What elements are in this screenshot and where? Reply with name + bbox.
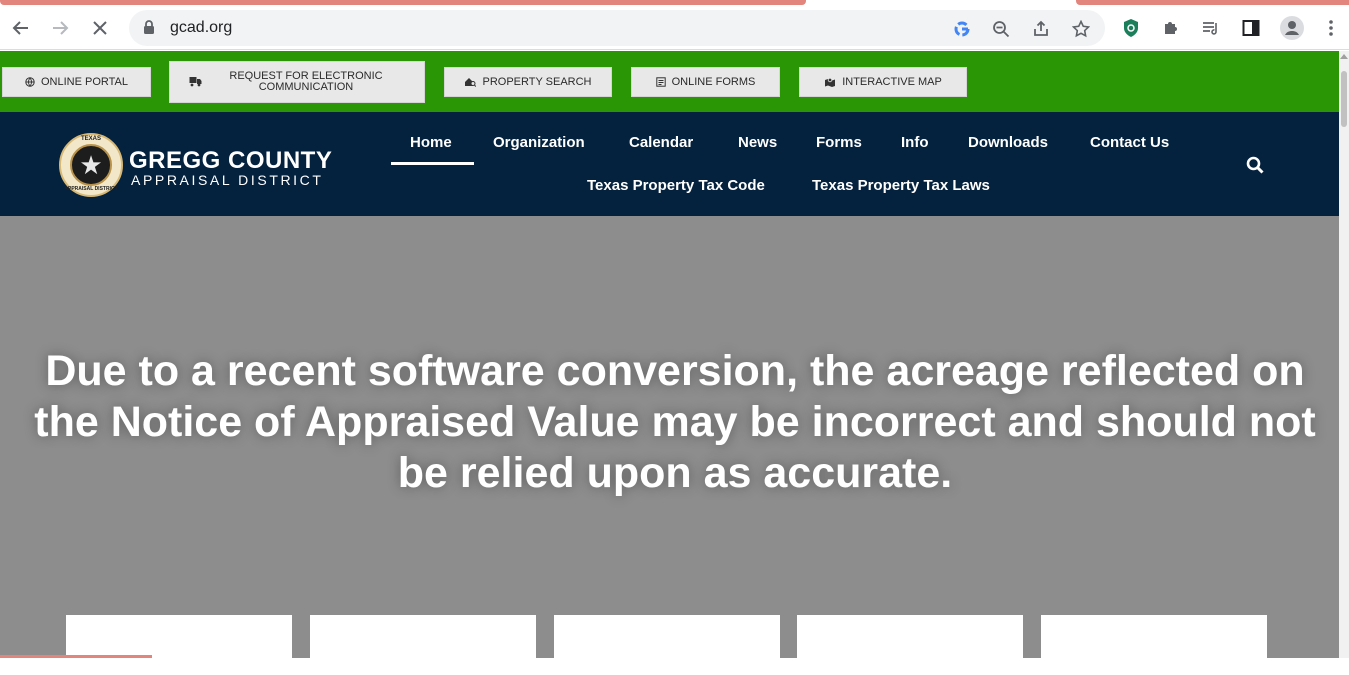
nav-organization[interactable]: Organization [493,134,585,151]
service-card[interactable] [310,615,536,675]
property-search-button[interactable]: PROPERTY SEARCH [444,67,612,97]
star-icon: ★ [70,144,112,186]
hero-banner: Due to a recent software conversion, the… [0,216,1339,675]
map-icon [824,77,836,87]
forward-button[interactable] [43,11,77,45]
active-tab-edge[interactable] [0,0,806,5]
url-text[interactable]: gcad.org [170,19,232,37]
page-scrollbar[interactable] [1339,51,1349,658]
search-icon[interactable] [1246,156,1264,179]
lock-icon[interactable] [143,20,155,35]
extensions-puzzle-icon [1165,22,1177,34]
nav-active-indicator [391,162,474,165]
zoom-out-icon[interactable] [990,18,1012,40]
extensions-button[interactable] [1154,11,1188,45]
logo-title[interactable]: GREGG COUNTY [129,147,332,175]
nav-contact-us[interactable]: Contact Us [1090,134,1169,151]
reading-list-button[interactable] [1194,11,1228,45]
globe-icon [25,77,35,87]
menu-dots-icon [1329,20,1333,36]
service-card[interactable] [66,615,292,675]
profile-icon [1280,16,1304,40]
logo-subtitle[interactable]: APPRAISAL DISTRICT [131,172,324,188]
service-card[interactable] [797,615,1023,675]
nav-forms[interactable]: Forms [816,134,862,151]
nav-calendar[interactable]: Calendar [629,134,693,151]
back-button[interactable] [4,11,38,45]
stop-button[interactable] [83,11,117,45]
nav-info[interactable]: Info [901,134,929,151]
back-arrow-icon [12,21,28,35]
address-bar[interactable]: gcad.org [129,10,1105,46]
nav-news[interactable]: News [738,134,777,151]
browser-toolbar: gcad.org [0,6,1349,50]
scroll-up-arrow-icon[interactable] [1340,54,1348,59]
online-forms-button[interactable]: ONLINE FORMS [631,67,780,97]
request-electronic-communication-button[interactable]: REQUEST FOR ELECTRONIC COMMUNICATION [169,61,425,103]
interactive-map-button[interactable]: INTERACTIVE MAP [799,67,967,97]
house-search-icon [464,77,477,87]
county-seal-logo[interactable]: TEXAS ★ APPRAISAL DISTRICT [59,133,123,197]
nav-texas-property-tax-code[interactable]: Texas Property Tax Code [587,177,765,194]
forward-arrow-icon [53,21,69,35]
side-panel-button[interactable] [1234,11,1268,45]
scrollbar-thumb[interactable] [1341,71,1347,127]
google-icon[interactable] [951,18,973,40]
service-card[interactable] [1041,615,1267,675]
main-navigation: TEXAS ★ APPRAISAL DISTRICT GREGG COUNTY … [0,112,1339,216]
stop-loading-icon [93,21,107,35]
nav-home[interactable]: Home [410,134,452,151]
nav-downloads[interactable]: Downloads [968,134,1048,151]
online-portal-button[interactable]: ONLINE PORTAL [2,67,151,97]
side-panel-icon [1242,20,1260,36]
tab-edge[interactable] [1076,0,1349,5]
mail-truck-icon [189,76,202,87]
menu-button[interactable] [1314,11,1348,45]
service-card[interactable] [554,615,780,675]
shield-extension-icon [1124,19,1138,37]
hero-notice-text: Due to a recent software conversion, the… [34,347,1316,497]
shield-extension-button[interactable] [1114,11,1148,45]
nav-texas-property-tax-laws[interactable]: Texas Property Tax Laws [812,177,990,194]
share-icon[interactable] [1030,18,1052,40]
profile-button[interactable] [1275,11,1309,45]
reading-list-icon [1203,22,1217,35]
form-icon [655,77,666,87]
bookmark-star-icon[interactable] [1070,18,1092,40]
quick-links-bar: ONLINE PORTAL REQUEST FOR ELECTRONIC COM… [0,51,1339,112]
